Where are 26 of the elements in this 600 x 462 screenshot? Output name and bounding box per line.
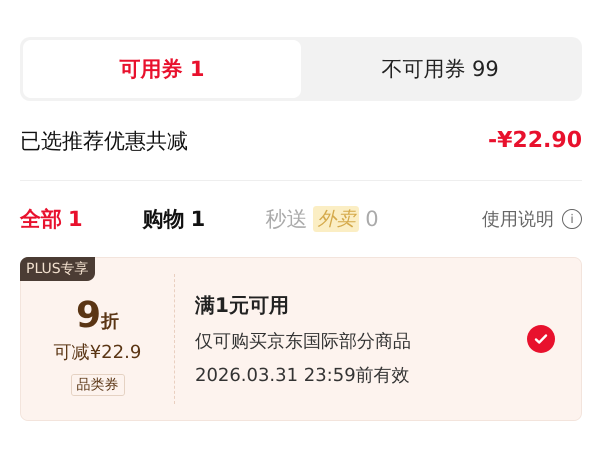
discount-amount: -¥22.90	[488, 128, 582, 153]
filter-count: 1	[68, 207, 83, 231]
filter-tag: 外卖	[313, 206, 360, 232]
saving-text: 可减¥22.9	[54, 341, 142, 364]
segment-tab[interactable]: 不可用券 99	[301, 40, 579, 98]
filter-label: 全部	[20, 206, 62, 233]
check-icon[interactable]	[527, 325, 555, 353]
coupon-title: 满1元可用	[195, 292, 290, 318]
filter-tab[interactable]: 全部 1	[20, 205, 83, 233]
discount-value: 9	[76, 295, 102, 336]
coupon-expiry: 2026.03.31 23:59前有效	[195, 364, 411, 386]
filter-count: 1	[190, 207, 206, 231]
filter-tab[interactable]: 购物 1	[142, 205, 206, 233]
filter-count: 0	[365, 207, 379, 231]
summary-label: 已选推荐优惠共减	[20, 128, 188, 154]
help-link[interactable]: 使用说明 i	[482, 207, 582, 231]
help-label: 使用说明	[482, 208, 554, 231]
discount-unit: 折	[101, 310, 120, 333]
coupon-card[interactable]: PLUS专享 9折 可减¥22.9 品类券 满1元可用 仅可购买京东国际部分商品 2026.03.31 23:59前有效	[20, 257, 582, 421]
filter-label: 购物	[142, 206, 185, 233]
coupon-scope: 仅可购买京东国际部分商品	[195, 330, 412, 352]
info-icon: i	[562, 209, 582, 229]
segment-tab[interactable]: 可用券 1	[23, 40, 301, 98]
plus-badge: PLUS专享	[20, 257, 95, 281]
filter-label: 秒送	[265, 206, 308, 233]
coupon-type-tag: 品类券	[70, 374, 124, 396]
